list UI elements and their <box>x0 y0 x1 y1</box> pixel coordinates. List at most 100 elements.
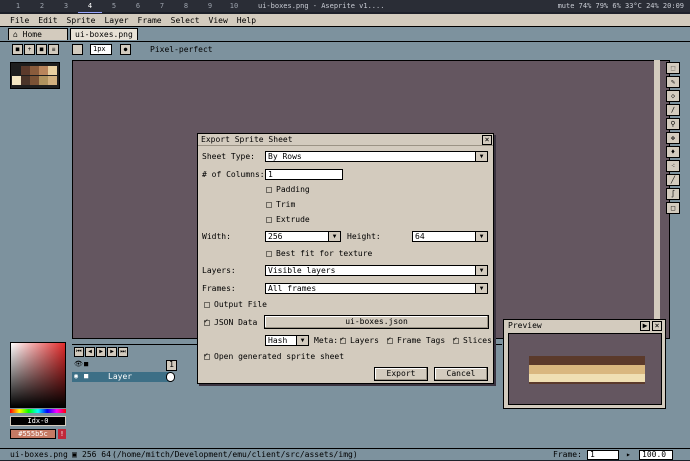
tab-home[interactable]: ⌂ Home <box>8 28 68 40</box>
trim-checkbox[interactable] <box>266 202 272 208</box>
palette-swatch[interactable] <box>21 76 30 85</box>
menu-frame[interactable]: Frame <box>138 14 162 26</box>
padding-label: Padding <box>276 185 310 194</box>
palette-swatch[interactable] <box>30 66 39 75</box>
workspace-9[interactable]: 9 <box>198 0 222 12</box>
prev-frame-icon[interactable]: ◀ <box>85 347 95 357</box>
zoom-dropdown-icon[interactable]: ▸ <box>626 449 631 461</box>
palette-swatch[interactable] <box>30 76 39 85</box>
workspace-3[interactable]: 3 <box>54 0 78 12</box>
plus-icon[interactable]: + <box>24 44 35 55</box>
open-generated-checkbox[interactable] <box>204 351 210 360</box>
menu-layer[interactable]: Layer <box>104 14 128 26</box>
padding-checkbox[interactable] <box>266 187 272 193</box>
palette-swatch[interactable] <box>48 66 57 75</box>
frame-number[interactable]: 1 <box>166 360 177 371</box>
curve-icon[interactable]: ∫ <box>666 188 680 200</box>
preview-close-icon[interactable]: × <box>652 321 662 331</box>
zoom-icon[interactable]: ⚲ <box>666 118 680 130</box>
output-file-checkbox[interactable] <box>204 302 210 308</box>
play-icon[interactable]: ▶ <box>96 347 106 357</box>
menu-icon[interactable]: ≡ <box>48 44 59 55</box>
workspace-switcher[interactable]: 1 2 3 4 5 6 7 8 9 10 <box>6 0 246 13</box>
pixel-perfect-label[interactable]: Pixel-perfect <box>150 45 213 55</box>
tab-ui-boxes[interactable]: ui-boxes.png <box>70 28 138 40</box>
vertical-scrollbar[interactable] <box>654 60 660 360</box>
move-icon[interactable]: ✥ <box>666 132 680 144</box>
eye-icon[interactable]: ◉ <box>74 372 78 380</box>
best-fit-checkbox[interactable] <box>266 251 272 257</box>
layer-lock-icon[interactable]: ■ <box>84 372 88 380</box>
lock-icon[interactable]: ■ <box>12 44 23 55</box>
last-frame-icon[interactable]: ⏭ <box>118 347 128 357</box>
extrude-checkbox[interactable] <box>266 217 272 223</box>
menu-view[interactable]: View <box>209 14 228 26</box>
json-data-checkbox[interactable] <box>204 317 210 326</box>
columns-input[interactable]: 1 <box>265 169 343 180</box>
line-icon[interactable]: ╱ <box>666 174 680 186</box>
square-brush-icon[interactable]: ■ <box>36 44 47 55</box>
export-button[interactable]: Export <box>374 367 428 381</box>
json-file-button[interactable]: ui-boxes.json <box>264 315 489 329</box>
tab-file-label: ui-boxes.png <box>75 30 133 39</box>
meta-slices-checkbox[interactable] <box>453 335 459 344</box>
frames-select[interactable]: All frames ▼ <box>265 283 488 294</box>
color-picker-field[interactable] <box>10 342 66 408</box>
workspace-8[interactable]: 8 <box>174 0 198 12</box>
palette-swatch[interactable] <box>12 66 21 75</box>
menu-sprite[interactable]: Sprite <box>67 14 96 26</box>
workspace-5[interactable]: 5 <box>102 0 126 12</box>
json-format-select[interactable]: Hash ▼ <box>265 335 309 346</box>
palette-swatch[interactable] <box>39 76 48 85</box>
color-hex-field[interactable]: #555b5c <box>10 429 56 439</box>
layers-select[interactable]: Visible layers ▼ <box>265 265 488 276</box>
palette-swatch[interactable] <box>39 66 48 75</box>
first-frame-icon[interactable]: ⏮ <box>74 347 84 357</box>
zoom-field[interactable]: 100.0 <box>639 450 673 460</box>
eraser-icon[interactable]: ◇ <box>666 90 680 102</box>
warning-icon[interactable]: ! <box>58 429 66 439</box>
status-size: 256 64 <box>82 450 111 459</box>
next-frame-icon[interactable]: ▶ <box>107 347 117 357</box>
menu-edit[interactable]: Edit <box>38 14 57 26</box>
eyedropper-icon[interactable]: ∕ <box>666 104 680 116</box>
close-icon[interactable]: × <box>482 135 492 145</box>
workspace-6[interactable]: 6 <box>126 0 150 12</box>
workspace-10[interactable]: 10 <box>222 0 246 12</box>
workspace-4[interactable]: 4 <box>78 0 102 13</box>
preview-play-icon[interactable]: ▶ <box>640 321 650 331</box>
layer-row[interactable]: ◉ ■ Layer <box>72 372 172 382</box>
frame-field[interactable]: 1 <box>587 450 619 460</box>
pencil-icon[interactable]: ✎ <box>666 76 680 88</box>
meta-frame-tags-checkbox[interactable] <box>387 335 393 344</box>
palette-swatch[interactable] <box>21 66 30 75</box>
menu-help[interactable]: Help <box>237 14 256 26</box>
user-icon[interactable]: ● <box>120 44 131 55</box>
hue-slider[interactable] <box>10 409 66 413</box>
palette-swatches[interactable] <box>10 62 60 89</box>
cel-icon[interactable] <box>166 372 175 382</box>
workspace-1[interactable]: 1 <box>6 0 30 12</box>
spray-icon[interactable]: ⁖ <box>666 160 680 172</box>
cancel-button[interactable]: Cancel <box>434 367 488 381</box>
sheet-type-select[interactable]: By Rows ▼ <box>265 151 488 162</box>
fill-icon[interactable]: ♦ <box>666 146 680 158</box>
palette-swatch[interactable] <box>48 76 57 85</box>
window-title: ui-boxes.png - Aseprite v1.... <box>258 2 385 10</box>
system-top-bar: 1 2 3 4 5 6 7 8 9 10 ui-boxes.png - Aseprite v1..… <box>0 0 690 13</box>
brush-size-field[interactable]: 1px <box>90 44 112 55</box>
workspace-7[interactable]: 7 <box>150 0 174 12</box>
menu-select[interactable]: Select <box>171 14 200 26</box>
visibility-icon[interactable]: 👁 <box>74 360 83 368</box>
marquee-icon[interactable]: ⬚ <box>666 62 680 74</box>
workspace-2[interactable]: 2 <box>30 0 54 12</box>
brush-preview-icon[interactable] <box>72 44 83 55</box>
palette-swatch[interactable] <box>12 76 21 85</box>
rectangle-icon[interactable]: □ <box>666 202 680 214</box>
meta-layers-checkbox[interactable] <box>340 335 346 344</box>
menu-file[interactable]: File <box>10 14 29 26</box>
height-select[interactable]: 64 ▼ <box>412 231 488 242</box>
width-select[interactable]: 256 ▼ <box>265 231 341 242</box>
lock-layer-icon[interactable]: ■ <box>84 360 88 368</box>
preview-image[interactable] <box>508 333 662 405</box>
